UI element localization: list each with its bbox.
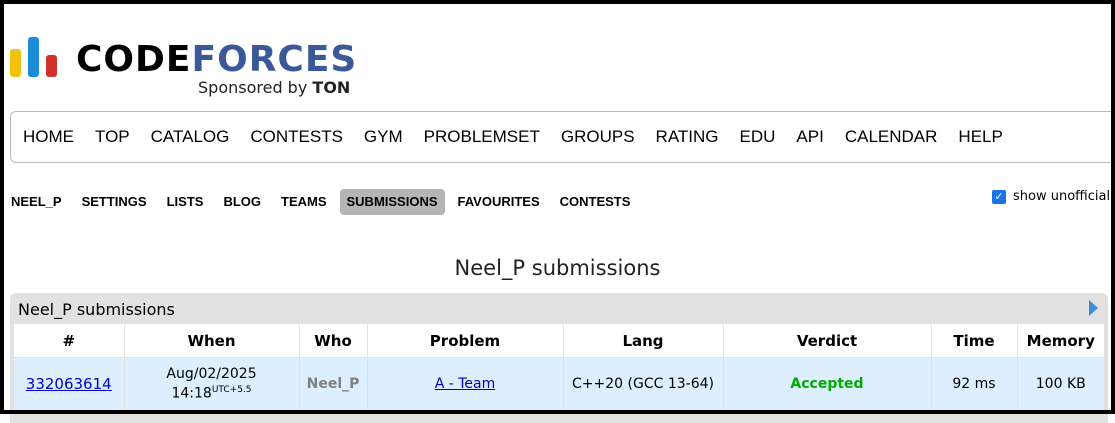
menu-gym[interactable]: GYM bbox=[364, 127, 403, 147]
profile-tab-teams[interactable]: TEAMS bbox=[274, 189, 334, 215]
logo-bar-yellow bbox=[10, 49, 21, 77]
submission-verdict[interactable]: Accepted bbox=[723, 357, 932, 410]
col-header-verdict: Verdict bbox=[723, 324, 932, 358]
when-timezone: UTC+5.5 bbox=[211, 385, 252, 396]
menu-groups[interactable]: GROUPS bbox=[561, 127, 635, 147]
col-header-problem: Problem bbox=[367, 324, 564, 358]
profile-tab-contests[interactable]: CONTESTS bbox=[553, 189, 638, 215]
profile-tab-submissions[interactable]: SUBMISSIONS bbox=[339, 189, 445, 215]
col-header-who: Who bbox=[299, 324, 368, 358]
col-header-lang: Lang bbox=[563, 324, 724, 358]
menu-api[interactable]: API bbox=[796, 127, 823, 147]
logo-bar-red bbox=[46, 55, 57, 77]
menu-rating[interactable]: RATING bbox=[656, 127, 719, 147]
submissions-table: # When Who Problem Lang Verdict Time Mem… bbox=[14, 324, 1104, 410]
logo-wordmark: CODEFORCES bbox=[76, 39, 358, 80]
menu-catalog[interactable]: CATALOG bbox=[151, 127, 230, 147]
profile-tab-settings[interactable]: SETTINGS bbox=[75, 189, 154, 215]
submission-problem-cell: A - Team bbox=[367, 357, 564, 410]
submission-when: Aug/02/2025 14:18UTC+5.5 bbox=[124, 357, 300, 410]
main-menu: HOME TOP CATALOG CONTESTS GYM PROBLEMSET… bbox=[10, 111, 1115, 163]
submission-language: C++20 (GCC 13-64) bbox=[563, 357, 724, 410]
menu-edu[interactable]: EDU bbox=[740, 127, 776, 147]
submission-id-link[interactable]: 332063614 bbox=[26, 375, 112, 393]
menu-home[interactable]: HOME bbox=[23, 127, 74, 147]
logo-bars-icon bbox=[10, 35, 62, 77]
next-page-arrow-icon[interactable] bbox=[1089, 300, 1098, 316]
menu-help[interactable]: HELP bbox=[958, 127, 1002, 147]
table-row: 332063614 Aug/02/2025 14:18UTC+5.5 Neel_P… bbox=[14, 357, 1104, 410]
col-header-when: When bbox=[124, 324, 300, 358]
sponsor-line: Sponsored by TON bbox=[198, 78, 351, 97]
when-date: Aug/02/2025 bbox=[166, 366, 257, 383]
col-header-memory: Memory bbox=[1017, 324, 1104, 358]
submission-id-cell: 332063614 bbox=[14, 357, 125, 410]
page-title: Neel_P submissions bbox=[454, 256, 661, 280]
col-header-time: Time bbox=[931, 324, 1018, 358]
checkbox-checked-icon[interactable]: ✓ bbox=[992, 189, 1006, 204]
menu-top[interactable]: TOP bbox=[95, 127, 130, 147]
datatable-caption: Neel_P submissions bbox=[18, 300, 175, 319]
menu-contests[interactable]: CONTESTS bbox=[250, 127, 343, 147]
profile-tab-blog[interactable]: BLOG bbox=[216, 189, 268, 215]
profile-tab-handle[interactable]: NEEL_P bbox=[4, 189, 69, 215]
submission-time: 92 ms bbox=[931, 357, 1018, 410]
profile-tab-favourites[interactable]: FAVOURITES bbox=[451, 189, 547, 215]
menu-calendar[interactable]: CALENDAR bbox=[845, 127, 938, 147]
submissions-datatable: Neel_P submissions # When Who Problem La… bbox=[10, 293, 1108, 423]
profile-menu: NEEL_P SETTINGS LISTS BLOG TEAMS SUBMISS… bbox=[4, 189, 643, 215]
show-unofficial-toggle[interactable]: ✓ show unofficial bbox=[992, 189, 1110, 204]
menu-problemset[interactable]: PROBLEMSET bbox=[424, 127, 540, 147]
table-header-row: # When Who Problem Lang Verdict Time Mem… bbox=[14, 324, 1104, 358]
submission-memory: 100 KB bbox=[1017, 357, 1104, 410]
submission-author[interactable]: Neel_P bbox=[299, 357, 368, 410]
profile-tab-lists[interactable]: LISTS bbox=[160, 189, 211, 215]
show-unofficial-label: show unofficial bbox=[1013, 189, 1111, 204]
problem-link[interactable]: A - Team bbox=[435, 376, 496, 392]
window-frame-bottom bbox=[0, 410, 1115, 414]
codeforces-logo[interactable]: CODEFORCES Sponsored by TON bbox=[10, 35, 370, 97]
when-time: 14:18 bbox=[171, 385, 212, 402]
window-frame-right bbox=[1111, 0, 1115, 414]
logo-bar-blue bbox=[28, 37, 39, 77]
col-header-id: # bbox=[14, 324, 125, 358]
